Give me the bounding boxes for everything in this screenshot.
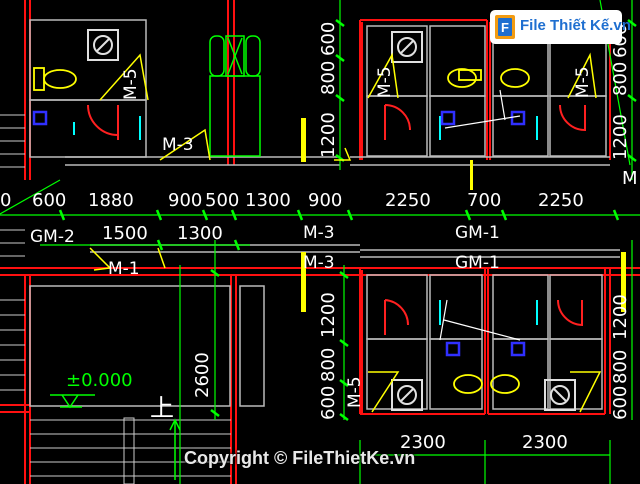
dim-edge-left: 0 xyxy=(0,190,11,211)
tag-m3-a: M-3 xyxy=(303,223,335,243)
copyright-watermark: Copyright © FileThietKe.vn xyxy=(184,448,416,468)
tag-gm1-a: GM-1 xyxy=(455,223,500,243)
dim-2250a: 2250 xyxy=(385,190,431,211)
dim-500: 500 xyxy=(205,190,239,211)
dim-edge-right: M xyxy=(622,168,638,189)
dim-900b: 900 xyxy=(308,190,342,211)
tag-m1: M-1 xyxy=(108,259,140,279)
vdim-1200-bottom: 1200 xyxy=(318,292,339,338)
dim-2250b: 2250 xyxy=(538,190,584,211)
vdim-right-1200: 1200 xyxy=(610,114,631,160)
logo-text: File Thiết Kế.vn xyxy=(520,17,631,34)
dim-1880: 1880 xyxy=(88,190,134,211)
dim-1500: 1500 xyxy=(102,223,148,244)
dim-1300b: 1300 xyxy=(177,223,223,244)
vdim-1200-top: 1200 xyxy=(318,112,339,158)
dim-600: 600 xyxy=(32,190,66,211)
vdim-800-top: 800 xyxy=(318,61,339,95)
vdim-right-600b: 600 xyxy=(610,386,631,420)
tag-gm2: GM-2 xyxy=(30,227,75,247)
tag-m3-upper: M-3 xyxy=(162,135,194,155)
dim-700: 700 xyxy=(467,190,501,211)
tag-m3-b: M-3 xyxy=(303,253,335,273)
tag-m5-d: M-5 xyxy=(345,376,365,408)
tag-m5-c: M-5 xyxy=(573,66,593,98)
vdim-600-top: 600 xyxy=(318,22,339,56)
vdim-600-bottom: 600 xyxy=(318,386,339,420)
dim-900a: 900 xyxy=(168,190,202,211)
vdim-right-800: 800 xyxy=(610,62,631,96)
dim-2300b: 2300 xyxy=(522,432,568,453)
svg-text:F: F xyxy=(501,20,509,35)
level-mark: ±0.000 xyxy=(66,370,133,391)
vdim-right-800b: 800 xyxy=(610,350,631,384)
tag-m5-a: M-5 xyxy=(121,68,141,100)
vdim-800-bottom: 800 xyxy=(318,348,339,382)
tag-gm1-b: GM-1 xyxy=(455,253,500,273)
vdim-stair-2600: 2600 xyxy=(192,352,213,398)
tag-m5-b: M-5 xyxy=(375,66,395,98)
cad-floor-plan: 0 600 1880 900 500 1300 900 2250 700 225… xyxy=(0,0,640,484)
vdim-right-1200b: 1200 xyxy=(610,294,631,340)
stair-label: 上 xyxy=(150,394,174,422)
logo-icon: F xyxy=(495,15,515,39)
dim-1300: 1300 xyxy=(245,190,291,211)
watermark-logo: F File Thiết Kế.vn xyxy=(490,10,631,44)
